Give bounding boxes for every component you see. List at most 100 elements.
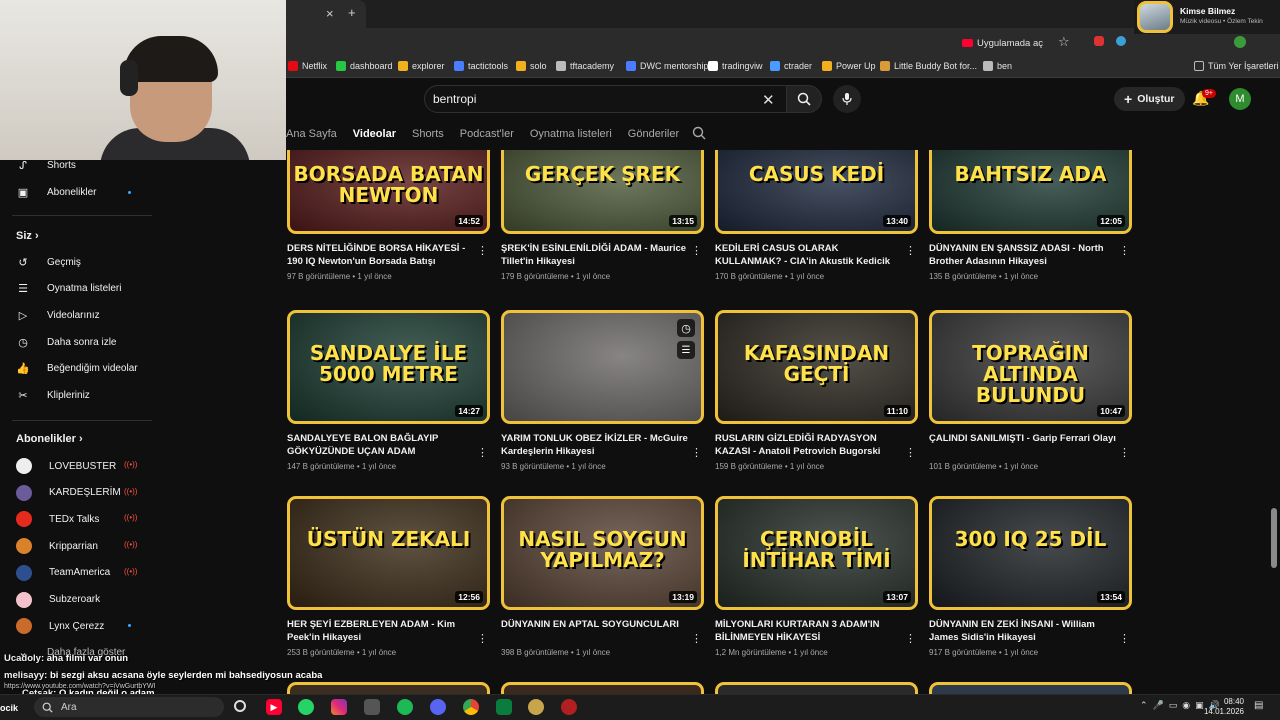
video-card[interactable]: ÜSTÜN ZEKALI 12:56 HER ŞEYİ EZBERLEYEN ADA…: [287, 496, 490, 657]
video-card[interactable]: CASUS KEDİ 13:40 KEDİLERİ CASUS OLARAK KUL…: [715, 150, 918, 281]
add-to-queue-icon[interactable]: ☰: [677, 341, 695, 359]
more-options-icon[interactable]: ⋮: [691, 244, 702, 257]
video-title[interactable]: YARIM TONLUK OBEZ İKİZLER - McGuire Kard…: [501, 432, 704, 458]
spotify-icon[interactable]: [397, 699, 413, 715]
search-button[interactable]: [786, 85, 822, 113]
notification-center-icon[interactable]: ▤: [1254, 700, 1263, 711]
app-icon[interactable]: [364, 699, 380, 715]
app-icon[interactable]: [561, 699, 577, 715]
sidebar-item[interactable]: ▣ Abonelikler: [16, 182, 97, 202]
video-thumbnail[interactable]: BAHTSIZ ADA 12:05: [929, 150, 1132, 234]
extension-icon[interactable]: [1116, 36, 1126, 46]
more-options-icon[interactable]: ⋮: [477, 244, 488, 257]
sidebar-you-heading[interactable]: Siz ›: [16, 230, 39, 242]
channel-tab[interactable]: Oynatma listeleri: [530, 128, 612, 140]
more-options-icon[interactable]: ⋮: [1119, 446, 1130, 459]
bookmark-item[interactable]: solo: [516, 61, 547, 71]
channel-tab[interactable]: Shorts: [412, 128, 444, 140]
chrome-icon[interactable]: [463, 699, 479, 715]
more-options-icon[interactable]: ⋮: [691, 446, 702, 459]
youtube-app-icon[interactable]: ▶: [266, 699, 282, 715]
video-card[interactable]: GERÇEK ŞREK 13:15 ŞREK'İN ESİNLENİLDİĞİ AD…: [501, 150, 704, 281]
bookmark-item[interactable]: tactictools: [454, 61, 508, 71]
taskbar-clock[interactable]: 08:40 14.01.2026: [1196, 697, 1244, 717]
video-card[interactable]: ◷ ☰ YARIM TONLUK OBEZ İKİZLER - McGuire Ka…: [501, 310, 704, 471]
whatsapp-icon[interactable]: [298, 699, 314, 715]
video-thumbnail[interactable]: CASUS KEDİ 13:40: [715, 150, 918, 234]
more-options-icon[interactable]: ⋮: [905, 632, 916, 645]
video-card[interactable]: SANDALYE İLE 5000 METRE 14:27 SANDALYEYE B…: [287, 310, 490, 471]
subscription-item[interactable]: TEDx Talks: [16, 509, 99, 529]
bookmark-item[interactable]: tftacademy: [556, 61, 614, 71]
video-title[interactable]: DERS NİTELİĞİNDE BORSA HİKAYESİ - 190 IQ…: [287, 242, 490, 268]
open-in-app-button[interactable]: Uygulamada aç: [962, 35, 1043, 51]
video-card[interactable]: KAFASINDAN GEÇTİ 11:10 RUSLARIN GİZLEDİĞİ …: [715, 310, 918, 471]
more-options-icon[interactable]: ⋮: [905, 446, 916, 459]
sidebar-item[interactable]: ▷ Videolarınız: [16, 305, 100, 325]
subscription-item[interactable]: KARDEŞLERİM: [16, 483, 121, 503]
bookmark-star-icon[interactable]: ☆: [1058, 34, 1070, 50]
video-card[interactable]: BAHTSIZ ADA 12:05 DÜNYANIN EN ŞANSSIZ ADAS…: [929, 150, 1132, 281]
bookmark-item[interactable]: ctrader: [770, 61, 812, 71]
sidebar-item[interactable]: ◷ Daha sonra izle: [16, 332, 116, 352]
bookmark-item[interactable]: DWC mentorship: [626, 61, 709, 71]
more-options-icon[interactable]: ⋮: [1119, 244, 1130, 257]
sidebar-item[interactable]: ᔑ Shorts: [16, 155, 76, 175]
channel-tab[interactable]: Ana Sayfa: [286, 128, 337, 140]
bookmark-item[interactable]: Little Buddy Bot for...: [880, 61, 977, 71]
video-title[interactable]: HER ŞEYİ EZBERLEYEN ADAM - Kim Peek'in H…: [287, 618, 490, 644]
more-options-icon[interactable]: ⋮: [477, 446, 488, 459]
subscription-item[interactable]: LOVEBUSTER: [16, 456, 116, 476]
video-title[interactable]: RUSLARIN GİZLEDİĞİ RADYASYON KAZASI - An…: [715, 432, 918, 458]
video-card[interactable]: BORSADA BATAN NEWTON 14:52 DERS NİTELİĞİND…: [287, 150, 490, 281]
more-options-icon[interactable]: ⋮: [1119, 632, 1130, 645]
channel-tab[interactable]: Gönderiler: [628, 128, 679, 140]
more-options-icon[interactable]: ⋮: [477, 632, 488, 645]
sidebar-item[interactable]: 👍 Beğendiğim videolar: [16, 359, 137, 379]
video-title[interactable]: MİLYONLARI KURTARAN 3 ADAM'IN BİLİNMEYEN…: [715, 618, 918, 644]
sidebar-item[interactable]: ↺ Geçmiş: [16, 252, 81, 272]
video-title[interactable]: KEDİLERİ CASUS OLARAK KULLANMAK? - CIA'i…: [715, 242, 918, 268]
channel-tab[interactable]: Videolar: [353, 128, 396, 140]
video-thumbnail[interactable]: GERÇEK ŞREK 13:15: [501, 150, 704, 234]
clear-search-icon[interactable]: ✕: [762, 91, 775, 109]
video-title[interactable]: ŞREK'İN ESİNLENİLDİĞİ ADAM - Maurice Til…: [501, 242, 704, 268]
taskbar-search[interactable]: Ara: [34, 697, 224, 717]
watch-later-icon[interactable]: ◷: [677, 319, 695, 337]
bookmark-item[interactable]: tradingviw: [708, 61, 763, 71]
task-view-icon[interactable]: [234, 700, 246, 712]
league-icon[interactable]: [528, 699, 544, 715]
bookmark-item[interactable]: dashboard: [336, 61, 393, 71]
channel-search-icon[interactable]: [692, 126, 706, 140]
create-button[interactable]: + Oluştur: [1114, 87, 1185, 111]
video-thumbnail[interactable]: TOPRAĞIN ALTINDA BULUNDU 10:47: [929, 310, 1132, 424]
extension-icon[interactable]: [1094, 36, 1104, 46]
video-thumbnail[interactable]: ÇERNOBİL İNTİHAR TİMİ 13:07: [715, 496, 918, 610]
video-thumbnail[interactable]: KAFASINDAN GEÇTİ 11:10: [715, 310, 918, 424]
sidebar-item[interactable]: ☰ Oynatma listeleri: [16, 279, 121, 299]
video-thumbnail[interactable]: 300 IQ 25 DİL 13:54: [929, 496, 1132, 610]
new-tab-icon[interactable]: +: [348, 5, 356, 20]
subscription-item[interactable]: Kripparrian: [16, 536, 98, 556]
video-card[interactable]: ÇERNOBİL İNTİHAR TİMİ 13:07 MİLYONLARI KUR…: [715, 496, 918, 657]
channel-tab[interactable]: Podcast'ler: [460, 128, 514, 140]
subscription-item[interactable]: TeamAmerica: [16, 563, 110, 583]
video-card[interactable]: 300 IQ 25 DİL 13:54 DÜNYANIN EN ZEKİ İNSAN…: [929, 496, 1132, 657]
scrollbar[interactable]: [1270, 150, 1278, 690]
video-title[interactable]: ÇALINDI SANILMIŞTI - Garip Ferrari Olayı: [929, 432, 1132, 458]
more-options-icon[interactable]: ⋮: [691, 632, 702, 645]
video-thumbnail[interactable]: ÜSTÜN ZEKALI 12:56: [287, 496, 490, 610]
profile-icon[interactable]: [1234, 36, 1246, 48]
all-bookmarks-button[interactable]: Tüm Yer İşaretleri: [1194, 61, 1279, 71]
video-card[interactable]: NASIL SOYGUN YAPILMAZ? 13:19 DÜNYANIN EN A…: [501, 496, 704, 657]
voice-search-button[interactable]: [833, 85, 861, 113]
account-avatar[interactable]: M: [1229, 88, 1251, 110]
subscription-item[interactable]: Lynx Çerezz: [16, 616, 104, 636]
instagram-icon[interactable]: [331, 699, 347, 715]
scrollbar-thumb[interactable]: [1271, 508, 1277, 568]
sidebar-item[interactable]: ✂ Klipleriniz: [16, 386, 89, 406]
search-input[interactable]: bentropi: [424, 85, 788, 113]
bookmark-item[interactable]: Power Up: [822, 61, 876, 71]
video-thumbnail[interactable]: ◷ ☰: [501, 310, 704, 424]
video-title[interactable]: SANDALYEYE BALON BAĞLAYIP GÖKYÜZÜNDE UÇA…: [287, 432, 490, 458]
